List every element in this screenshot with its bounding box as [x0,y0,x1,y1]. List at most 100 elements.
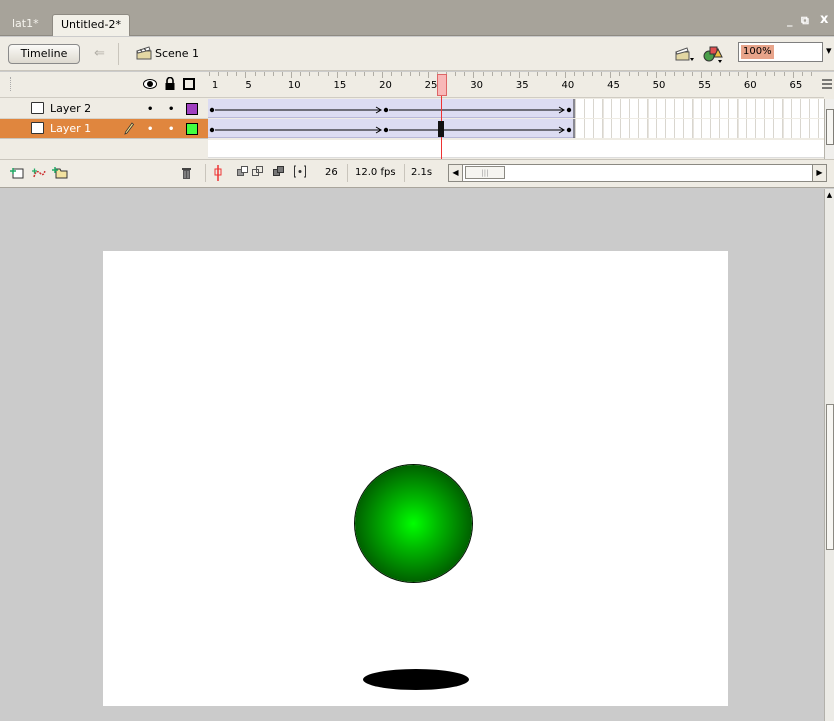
ruler-tick [555,72,557,76]
frame-number-label: 55 [698,80,711,91]
restore-button[interactable]: ⧉ [801,14,813,27]
minimize-button[interactable]: _ [787,14,797,27]
scroll-thumb[interactable] [826,404,834,550]
ruler-tick [500,72,502,76]
frame-rate-display[interactable]: 12.0 fps [355,167,396,178]
add-motion-guide-icon[interactable] [32,167,46,179]
tween-arrows [209,99,575,118]
scroll-thumb[interactable]: ||| [465,166,505,179]
ruler-tick [418,72,420,76]
separator [205,164,206,182]
lock-dot[interactable]: • [168,104,174,115]
scroll-up-arrow-icon[interactable]: ▲ [825,189,834,201]
workspace[interactable] [0,189,824,721]
edit-symbol-icon[interactable] [702,45,724,63]
timeline-vertical-scrollbar[interactable] [824,99,834,159]
ruler-tick [272,72,274,76]
ruler-tick [263,72,265,76]
ruler-tick [209,72,210,76]
zoom-field[interactable]: 100% [738,42,823,62]
ruler-tick [354,72,356,76]
ruler-tick [747,72,749,78]
ruler-tick [765,72,767,76]
ruler-tick [345,72,347,76]
panel-grip[interactable] [10,77,12,91]
tab-untitled-2[interactable]: Untitled-2* [52,14,130,36]
ruler-tick [564,72,566,78]
scroll-right-arrow-icon[interactable]: ▶ [812,165,826,181]
eye-icon[interactable] [143,79,157,89]
lock-dot[interactable]: • [168,124,174,135]
ball-shadow[interactable] [363,669,469,690]
scroll-left-arrow-icon[interactable]: ◀ [449,165,463,181]
ruler-tick [628,72,630,76]
ruler-tick [491,72,493,76]
frame-number-label: 10 [287,80,301,91]
onion-skin-icon[interactable] [237,166,248,177]
separator [118,43,119,65]
zoom-dropdown-button[interactable]: ▾ [826,44,832,57]
edit-scene-icon[interactable] [675,46,695,62]
ruler-tick [546,72,548,76]
ruler-tick [364,72,366,76]
frame-number-label: 30 [470,80,483,91]
separator [347,164,348,182]
ruler-tick [573,72,575,76]
back-arrow-icon[interactable]: ⇐ [94,46,105,61]
center-frame-icon[interactable] [214,165,222,181]
scene-icon [136,46,152,60]
ruler-tick [592,72,594,76]
timeline-panel: 1 5 10 15 20 25 30 35 40 45 50 55 60 65 Layer 2 • • L… [0,72,834,188]
playhead[interactable] [437,74,447,96]
ruler-tick [281,72,283,76]
tab-lat1[interactable]: lat1* [4,14,47,36]
timeline-toggle-button[interactable]: Timeline [8,44,80,64]
ruler-tick [318,72,320,76]
ruler-tick [737,72,739,76]
layer-row-layer-1[interactable]: Layer 1 • • [0,119,208,139]
ruler-tick [291,72,293,78]
layer-name: Layer 1 [50,122,92,135]
visibility-dot[interactable]: • [147,104,153,115]
ruler-tick [810,72,812,76]
ruler-tick [427,72,429,78]
layer-icon [31,102,44,114]
layer-color-swatch[interactable] [186,103,198,115]
add-folder-icon[interactable] [52,166,68,179]
frame-number-label: 5 [245,80,252,91]
ruler-tick [309,72,311,76]
timeline-horizontal-scrollbar[interactable]: ◀ ||| ▶ [448,164,827,182]
lock-icon[interactable] [164,77,176,91]
layer-icon [31,122,44,134]
add-layer-icon[interactable] [10,167,24,179]
timeline-menu-icon[interactable] [822,78,832,90]
modify-onion-markers-icon[interactable] [294,165,306,178]
frame-number-label: 60 [743,80,757,91]
close-button[interactable]: x [820,12,828,27]
current-frame-marker [438,121,444,137]
frame-number-label: 15 [333,80,347,91]
edit-multiple-frames-icon[interactable] [273,166,284,177]
stage-vertical-scrollbar[interactable]: ▲ [824,189,834,721]
visibility-dot[interactable]: • [147,124,153,135]
trash-icon[interactable] [181,166,192,180]
ruler-tick [227,72,229,76]
frame-ruler[interactable]: 1 5 10 15 20 25 30 35 40 45 50 55 60 65 [208,72,824,98]
ruler-tick [528,72,530,76]
ruler-tick [646,72,648,76]
layer-color-swatch[interactable] [186,123,198,135]
layer-row-layer-2[interactable]: Layer 2 • • [0,99,208,119]
frame-number-label: 45 [607,80,620,91]
ruler-tick [774,72,776,76]
stage[interactable] [103,251,728,706]
outline-icon[interactable] [183,78,195,90]
ruler-tick [537,72,539,76]
ruler-tick [236,72,238,76]
ruler-tick [327,72,329,76]
current-frame-counter: 26 [325,167,338,178]
frames-layer-1[interactable] [208,119,824,139]
onion-skin-outline-icon[interactable] [252,166,263,177]
frames-layer-2[interactable] [208,99,824,119]
frame-number-label: 50 [652,80,666,91]
green-ball[interactable] [355,465,472,582]
